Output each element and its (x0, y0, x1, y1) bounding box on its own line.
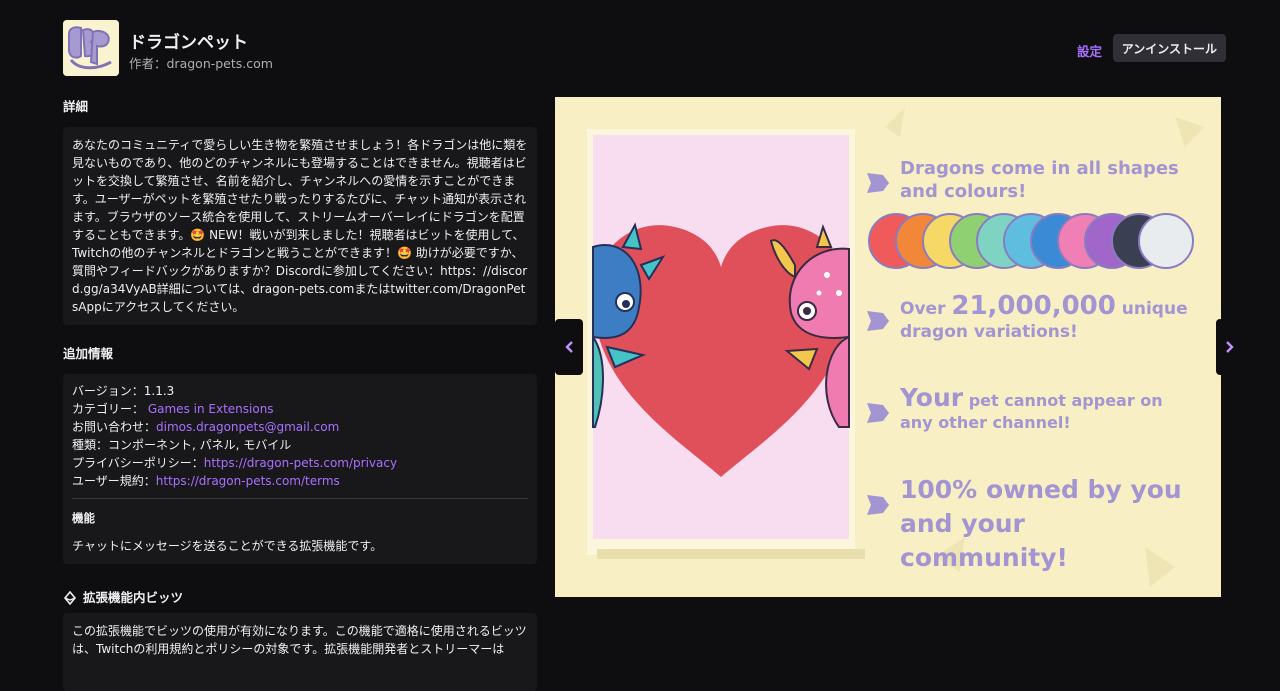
contact-label: お問い合わせ： (72, 420, 157, 434)
extension-author: 作者：dragon-pets.com (129, 56, 273, 71)
details-column: 詳細 あなたのコミュニティで愛らしい生き物を繁殖させましょう！各ドラゴンは他に類… (63, 97, 537, 691)
variations-count: 21,000,000 (951, 291, 1116, 321)
bits-text: この拡張機能でビッツの使用が有効になります。この機能で適格に使用されるビッツは、… (72, 624, 527, 656)
description-panel: あなたのコミュニティで愛らしい生き物を繁殖させましょう！各ドラゴンは他に類を見な… (63, 127, 537, 325)
category-row: カテゴリー： Games in Extensions (72, 400, 528, 418)
dragon-pets-logo-icon (63, 20, 119, 76)
carousel-prev-button[interactable] (555, 319, 583, 375)
settings-link[interactable]: 設定 (1077, 41, 1102, 60)
color-swatch (1138, 213, 1194, 269)
carousel-slide: Dragons come in all shapes and colours! … (555, 97, 1221, 597)
contact-row: お問い合わせ：dimos.dragonpets@gmail.com (72, 418, 528, 436)
info-divider (72, 498, 528, 499)
bits-panel: この拡張機能でビッツの使用が有効になります。この機能で適格に使用されるビッツは、… (63, 613, 537, 691)
privacy-row: プライバシーポリシー：https://dragon-pets.com/priva… (72, 454, 528, 472)
unique-big: Your (900, 383, 964, 412)
chevron-right-icon (1226, 341, 1234, 353)
additional-info-heading: 追加情報 (63, 346, 114, 361)
features-text: チャットにメッセージを送ることができる拡張機能です。 (72, 539, 383, 553)
version-row: バージョン：1.1.3 (72, 384, 175, 398)
bits-icon (63, 591, 77, 605)
type-row: 種類：コンポーネント, パネル, モバイル (72, 438, 292, 452)
slide-line-unique: Your pet cannot appear on any other chan… (900, 385, 1200, 434)
privacy-label: プライバシーポリシー： (72, 456, 204, 470)
category-link[interactable]: Games in Extensions (148, 402, 274, 416)
description-text: あなたのコミュニティで愛らしい生き物を繁殖させましょう！各ドラゴンは他に類を見な… (72, 138, 528, 314)
contact-email-link[interactable]: dimos.dragonpets@gmail.com (156, 420, 339, 434)
carousel-next-button[interactable] (1216, 319, 1244, 375)
details-heading: 詳細 (63, 99, 89, 114)
variations-pre: Over (900, 299, 952, 319)
slide-line-variations: Over 21,000,000 unique dragon variations… (900, 293, 1200, 344)
bits-heading-label: 拡張機能内ビッツ (83, 590, 184, 605)
slide-line-owned: 100% owned by you and your community! (900, 475, 1182, 572)
bits-heading: 拡張機能内ビッツ (63, 583, 537, 613)
slide-line-shapes: Dragons come in all shapes and colours! (900, 158, 1179, 202)
additional-info-panel: バージョン：1.1.3 カテゴリー： Games in Extensions お… (63, 374, 537, 564)
uninstall-button[interactable]: アンインストール (1112, 34, 1226, 62)
terms-row: ユーザー規約：https://dragon-pets.com/terms (72, 472, 528, 490)
extension-header: ドラゴンペット 作者：dragon-pets.com 設定 アンインストール (63, 20, 1226, 76)
extension-title: ドラゴンペット (129, 33, 248, 53)
color-swatches (868, 213, 1198, 269)
privacy-link[interactable]: https://dragon-pets.com/privacy (204, 456, 397, 470)
category-label: カテゴリー： (72, 402, 145, 416)
terms-label: ユーザー規約： (72, 474, 156, 488)
terms-link[interactable]: https://dragon-pets.com/terms (156, 474, 340, 488)
features-heading: 機能 (72, 511, 95, 525)
screenshot-carousel: Dragons come in all shapes and colours! … (555, 97, 1244, 597)
chevron-left-icon (565, 341, 573, 353)
extension-logo (63, 20, 119, 76)
